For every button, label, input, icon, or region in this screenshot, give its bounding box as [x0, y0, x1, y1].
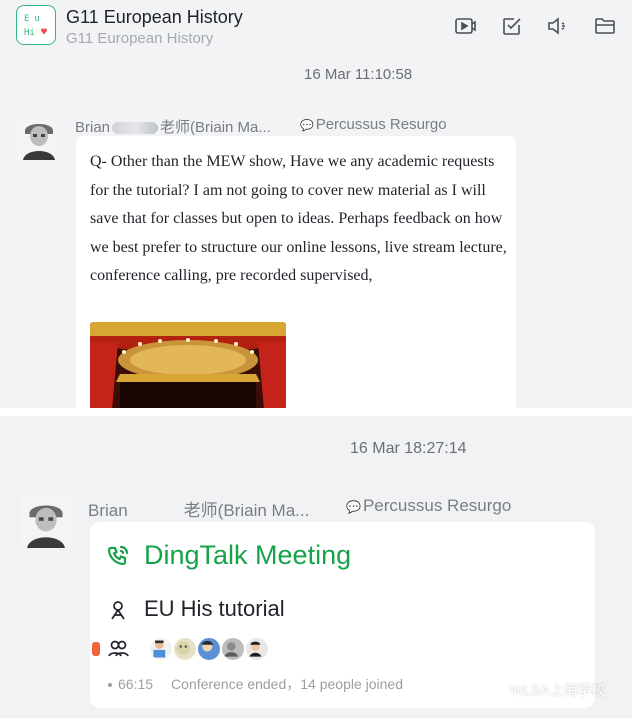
sender-first-name: Brian — [75, 119, 111, 136]
phone-icon — [106, 544, 130, 568]
chat-header: Eu Hi ♥ G11 European History G11 Europea… — [0, 0, 632, 54]
topic-icon — [106, 598, 130, 622]
sender-title: 老师(Briain Ma... — [183, 501, 310, 520]
chat-window-top: Eu Hi ♥ G11 European History G11 Europea… — [0, 0, 632, 408]
sender-avatar[interactable] — [20, 496, 72, 548]
sender-organization: 💬 Percussus Resurgo — [346, 496, 511, 516]
chat-bubble-icon: 💬 — [300, 120, 314, 132]
task-check-icon[interactable] — [500, 14, 524, 38]
message-timestamp: 16 Mar 11:10:58 — [304, 66, 413, 83]
group-avatar[interactable]: Eu Hi ♥ — [16, 5, 56, 45]
watermark: WLSA上海学校 — [484, 680, 606, 700]
video-icon[interactable] — [453, 14, 477, 38]
sender-first-name: Brian — [88, 501, 128, 520]
participant-avatar — [172, 636, 198, 662]
meeting-footer: 66:15 Conference ended，14 people joined — [108, 674, 403, 694]
participant-avatar — [220, 636, 246, 662]
chat-bubble-icon: 💬 — [346, 500, 361, 514]
speaker-icon[interactable] — [546, 14, 570, 38]
heart-icon: ♥ — [41, 27, 48, 38]
meeting-title: DingTalk Meeting — [144, 540, 352, 570]
group-avatar-line1: Eu — [24, 14, 45, 24]
watermark-text: WLSA上海学校 — [510, 682, 606, 698]
group-avatar-line2: Hi — [24, 28, 35, 38]
sender-title: 老师(Briain Ma... — [160, 119, 271, 136]
participant-avatar — [148, 636, 174, 662]
message-text: Q- Other than the MEW show, Have we any … — [90, 153, 507, 284]
participant-avatar — [196, 636, 222, 662]
chat-title: G11 European History — [66, 7, 243, 27]
meeting-duration: 66:15 — [118, 676, 154, 692]
sender-name: Brian 老师(Briain Ma... — [75, 116, 271, 137]
chat-subtitle: G11 European History — [66, 30, 214, 47]
sender-avatar[interactable] — [17, 116, 61, 160]
org-name: Percussus Resurgo — [362, 496, 512, 515]
wechat-logo-icon — [484, 683, 506, 700]
participants-icon — [106, 636, 130, 660]
meeting-topic: EU His tutorial — [144, 596, 285, 621]
org-name: Percussus Resurgo — [315, 116, 447, 133]
folder-icon[interactable] — [593, 14, 617, 38]
redacted-name — [112, 122, 159, 135]
sender-name: Brian 老师(Briain Ma... — [88, 496, 309, 521]
chat-window-bottom: 16 Mar 18:27:14 Brian 老师(Briain Ma... 💬 Pe… — [0, 416, 632, 718]
sender-organization: 💬 Percussus Resurgo — [300, 116, 447, 133]
message-bubble[interactable]: Q- Other than the MEW show, Have we any … — [76, 136, 516, 408]
message-timestamp: 16 Mar 18:27:14 — [350, 440, 467, 457]
circus-stage-image[interactable] — [90, 322, 286, 408]
recording-indicator — [92, 642, 100, 656]
meeting-status: Conference ended，14 people joined — [171, 676, 404, 692]
status-dot — [108, 683, 112, 688]
participant-avatar — [244, 636, 270, 662]
